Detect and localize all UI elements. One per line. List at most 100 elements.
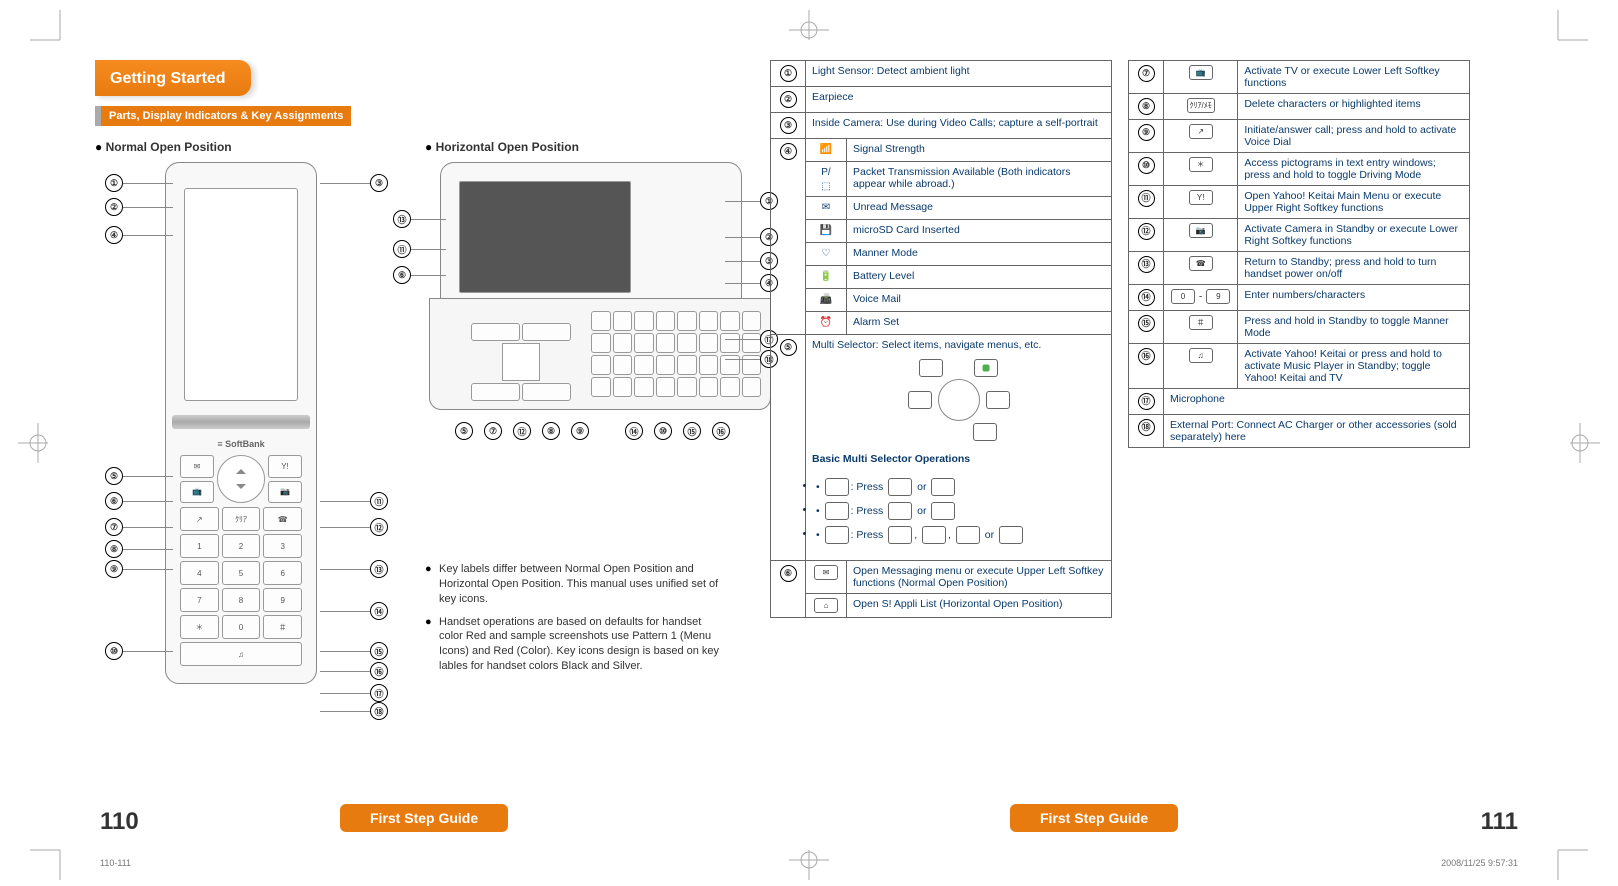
row-10: Access pictograms in text entry windows;…	[1238, 153, 1470, 186]
callout-5: ⑤	[105, 467, 123, 485]
section-subhead: Parts, Display Indicators & Key Assignme…	[95, 106, 351, 126]
callout-6: ⑥	[105, 492, 123, 510]
callout-hb14: ⑭	[625, 422, 643, 440]
row-14: Enter numbers/characters	[1238, 285, 1470, 311]
row-15: Press and hold in Standby to toggle Mann…	[1238, 311, 1470, 344]
row-16: Activate Yahoo! Keitai or press and hold…	[1238, 344, 1470, 389]
callout-hb5: ⑤	[455, 422, 473, 440]
mail-key-icon: ✉	[814, 565, 838, 580]
power-key-icon: ☎	[1189, 256, 1213, 271]
table-b: ⑦📺Activate TV or execute Lower Left Soft…	[1128, 60, 1470, 448]
star-key-icon: ＊	[1189, 157, 1213, 172]
callout-hb10: ⑩	[654, 422, 672, 440]
ms-ops-list: • : Press or • : Press or • : Press , , …	[812, 476, 1105, 546]
row-8: Delete characters or highlighted items	[1238, 94, 1470, 120]
row-6: Open Messaging menu or execute Upper Lef…	[847, 561, 1112, 594]
callout-4: ④	[105, 226, 123, 244]
packet-icon: P/⬚	[819, 166, 833, 180]
softkey-ul-icon: ✉	[180, 455, 214, 478]
callout-7: ⑦	[105, 518, 123, 536]
camera-key-icon: 📷	[1189, 223, 1213, 238]
yahoo-key-icon: Y!	[1189, 190, 1213, 205]
callout-1: ①	[105, 174, 123, 192]
row-11: Open Yahoo! Keitai Main Menu or execute …	[1238, 186, 1470, 219]
row-4f: Voice Mail	[847, 289, 1112, 312]
row-4b: Unread Message	[847, 197, 1112, 220]
callout-hb12: ⑫	[513, 422, 531, 440]
row-13: Return to Standby; press and hold to tur…	[1238, 252, 1470, 285]
callout-16: ⑯	[370, 662, 388, 680]
callout-hb9: ⑨	[571, 422, 589, 440]
note-1: Key labels differ between Normal Open Po…	[425, 562, 725, 607]
notes: Key labels differ between Normal Open Po…	[425, 562, 725, 674]
battery-icon: 🔋	[819, 270, 833, 284]
row-1: Light Sensor: Detect ambient light	[806, 61, 1112, 87]
microsd-icon: 💾	[819, 224, 833, 238]
row-4: Signal Strength	[847, 139, 1112, 162]
callout-hb7: ⑦	[484, 422, 502, 440]
normal-open-title: Normal Open Position	[95, 140, 395, 154]
row-12: Activate Camera in Standby or execute Lo…	[1238, 219, 1470, 252]
callout-hb16: ⑯	[712, 422, 730, 440]
table-a: ①Light Sensor: Detect ambient light ②Ear…	[770, 60, 1112, 618]
callout-h11: ⑪	[393, 240, 411, 258]
ms-ops-title: Basic Multi Selector Operations	[812, 453, 1105, 465]
unread-icon: ✉	[819, 201, 833, 215]
callout-15: ⑮	[370, 642, 388, 660]
appli-key-icon: ⌂	[814, 598, 838, 613]
clear-key-icon: ｸﾘｱ/ﾒﾓ	[1187, 98, 1215, 113]
callout-10: ⑩	[105, 642, 123, 660]
nine-key-icon: 9	[1206, 289, 1230, 304]
note-2: Handset operations are based on defaults…	[425, 615, 725, 674]
row-4d: Manner Mode	[847, 243, 1112, 266]
footer-guide-right: First Step Guide	[1010, 804, 1178, 832]
print-timestamp: 2008/11/25 9:57:31	[1441, 858, 1518, 868]
brand-label: ≡ SoftBank	[166, 439, 316, 449]
callout-h6: ⑥	[393, 266, 411, 284]
dpad-icon	[217, 455, 265, 503]
section-tab: Getting Started	[95, 60, 251, 96]
tv-key-icon: 📺	[1189, 65, 1213, 80]
callout-9: ⑨	[105, 560, 123, 578]
callout-18: ⑱	[370, 702, 388, 720]
softkey-ll-icon: 📺	[180, 481, 214, 504]
horizontal-open-title: Horizontal Open Position	[425, 140, 725, 154]
zero-key-icon: 0	[1171, 289, 1195, 304]
softkey-lr-icon: 📷	[268, 481, 302, 504]
row-17: Microphone	[1164, 389, 1470, 415]
row-3: Inside Camera: Use during Video Calls; c…	[806, 113, 1112, 139]
row-18: External Port: Connect AC Charger or oth…	[1164, 415, 1470, 448]
row-4e: Battery Level	[847, 266, 1112, 289]
voicemail-icon: 📠	[819, 293, 833, 307]
row-4g: Alarm Set	[847, 312, 1112, 335]
callout-hb15: ⑮	[683, 422, 701, 440]
row-2: Earpiece	[806, 87, 1112, 113]
row-4c: microSD Card Inserted	[847, 220, 1112, 243]
callout-11: ⑪	[370, 492, 388, 510]
device-normal: ≡ SoftBank ✉ 📺 Y! 📷 ↗ｸﾘｱ☎	[165, 162, 317, 684]
callout-14: ⑭	[370, 602, 388, 620]
alarm-icon: ⏰	[819, 316, 833, 330]
page-number-right: 111	[1481, 808, 1518, 836]
device-horizontal	[440, 162, 742, 344]
footer-guide-left: First Step Guide	[340, 804, 508, 832]
callout-3: ③	[370, 174, 388, 192]
row-9: Initiate/answer call; press and hold to …	[1238, 120, 1470, 153]
manner-icon: ♡	[819, 247, 833, 261]
multi-selector-diagram	[812, 357, 1105, 443]
softkey-ur-icon: Y!	[268, 455, 302, 478]
callout-2: ②	[105, 198, 123, 216]
callout-h13: ⑬	[393, 210, 411, 228]
sheet-id: 110-111	[100, 858, 131, 868]
row-5: Multi Selector: Select items, navigate m…	[806, 335, 1112, 561]
call-key-icon: ↗	[1189, 124, 1213, 139]
callout-8: ⑧	[105, 540, 123, 558]
row-4a: Packet Transmission Available (Both indi…	[847, 162, 1112, 197]
music-key-icon: ♫	[1189, 348, 1213, 363]
hash-key-icon: ＃	[1189, 315, 1213, 330]
signal-icon: 📶	[819, 143, 833, 157]
callout-17: ⑰	[370, 684, 388, 702]
callout-12: ⑫	[370, 518, 388, 536]
row-6b: Open S! Appli List (Horizontal Open Posi…	[847, 594, 1112, 618]
page-number-left: 110	[100, 808, 139, 836]
